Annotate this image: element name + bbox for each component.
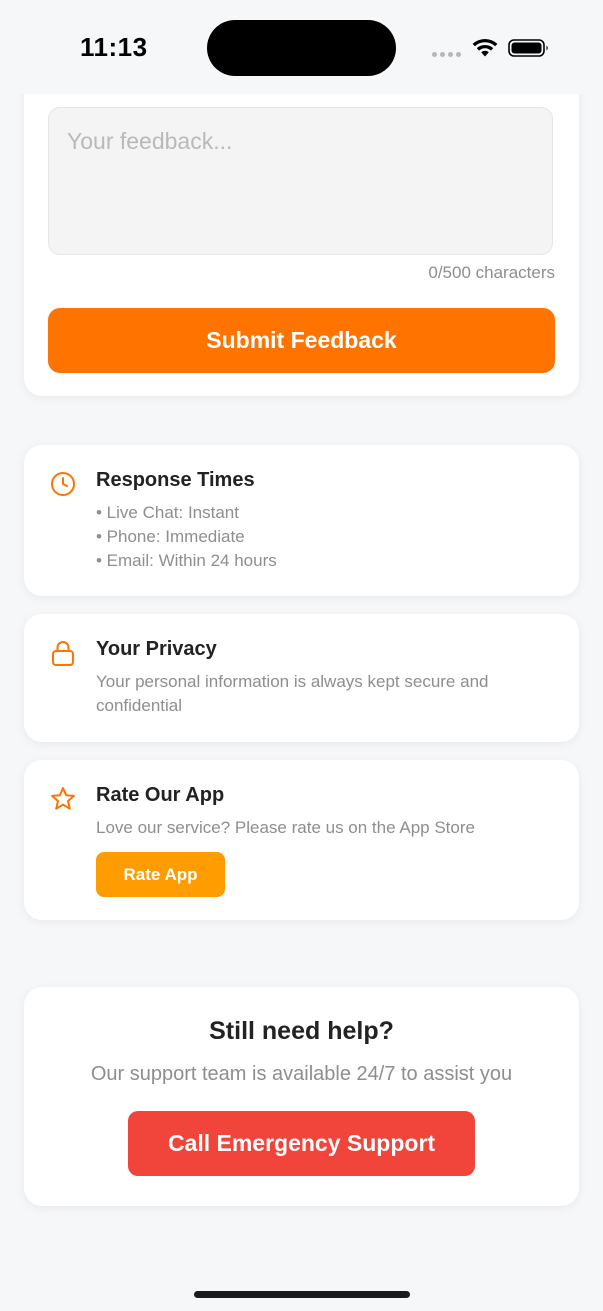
dynamic-island (207, 20, 396, 76)
cellular-signal-icon (432, 52, 461, 57)
status-bar: 11:13 (0, 0, 603, 94)
response-times-list: • Live Chat: Instant • Phone: Immediate … (96, 501, 556, 573)
response-times-card: Response Times • Live Chat: Instant • Ph… (24, 445, 579, 596)
feedback-input[interactable] (48, 107, 553, 255)
battery-icon (508, 39, 548, 57)
help-card: Still need help? Our support team is ava… (24, 987, 579, 1206)
privacy-description: Your personal information is always kept… (96, 672, 489, 715)
submit-feedback-button[interactable]: Submit Feedback (48, 308, 555, 373)
response-time-item: • Live Chat: Instant (96, 503, 239, 522)
privacy-card: Your Privacy Your personal information i… (24, 614, 579, 742)
home-indicator[interactable] (194, 1291, 410, 1298)
rate-app-description: Love our service? Please rate us on the … (96, 818, 475, 837)
lock-icon (52, 641, 74, 666)
response-time-item: • Phone: Immediate (96, 527, 245, 546)
wifi-icon (472, 38, 498, 57)
rate-app-button[interactable]: Rate App (96, 852, 225, 897)
help-title: Still need help? (209, 1017, 394, 1045)
feedback-card: 0/500 characters Submit Feedback (24, 70, 579, 396)
privacy-title: Your Privacy (96, 638, 217, 660)
call-emergency-support-button[interactable]: Call Emergency Support (128, 1111, 475, 1176)
clock-icon (51, 472, 75, 496)
character-count: 0/500 characters (428, 263, 555, 282)
status-time: 11:13 (80, 32, 148, 62)
response-time-item: • Email: Within 24 hours (96, 551, 277, 570)
help-description: Our support team is available 24/7 to as… (90, 1063, 513, 1085)
rate-app-title: Rate Our App (96, 784, 225, 806)
response-times-title: Response Times (96, 469, 255, 491)
star-icon (51, 787, 75, 810)
rate-app-card: Rate Our App Love our service? Please ra… (24, 760, 579, 920)
screen: 11:13 0/500 characters Submit Feedback R… (0, 0, 603, 1311)
